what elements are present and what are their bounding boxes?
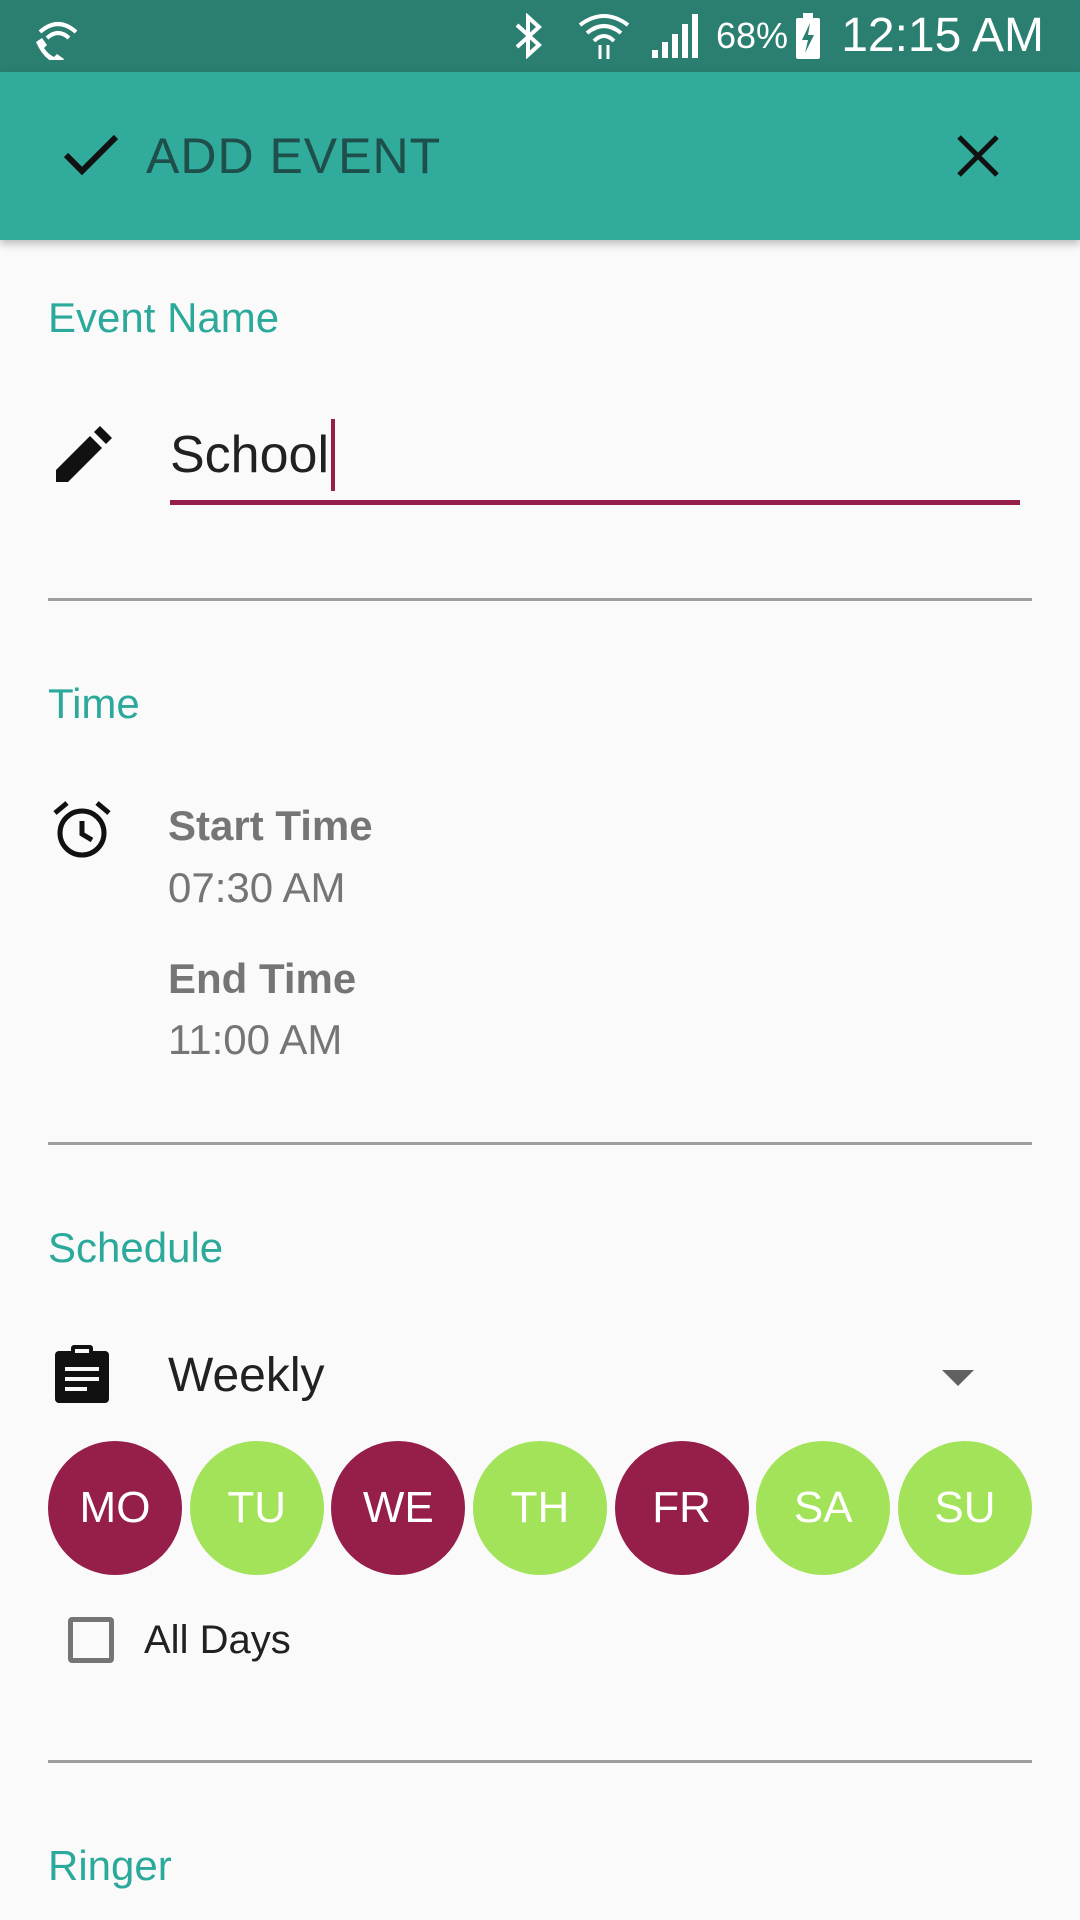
divider [48, 1142, 1032, 1145]
dropdown-arrow-icon [942, 1370, 974, 1386]
repeat-dropdown[interactable]: Weekly [168, 1340, 988, 1410]
day-monday[interactable]: MO [48, 1441, 182, 1575]
day-thursday[interactable]: TH [472, 1441, 607, 1575]
day-tuesday[interactable]: TU [189, 1441, 324, 1575]
checkbox-box[interactable] [68, 1617, 114, 1663]
repeat-selected-value: Weekly [168, 1348, 325, 1402]
start-time-value[interactable]: 07:30 AM [168, 864, 345, 912]
pencil-icon [50, 424, 114, 488]
wifi-icon [574, 12, 634, 60]
day-label: FR [652, 1483, 711, 1532]
event-name-section-label: Event Name [48, 294, 280, 341]
alarm-icon [50, 798, 114, 862]
app-bar: ADD EVENT [0, 72, 1080, 240]
battery-percentage: 68% [716, 15, 789, 56]
divider [48, 1760, 1032, 1763]
day-label: TU [227, 1483, 286, 1532]
day-label: SA [793, 1483, 853, 1532]
check-icon [60, 129, 122, 184]
page-title: ADD EVENT [146, 128, 442, 184]
event-name-input[interactable]: School [170, 410, 1020, 505]
day-label: TH [510, 1483, 570, 1532]
ringer-section-label: Ringer [48, 1842, 172, 1889]
status-bar: 68% 12:15 AM [0, 0, 1080, 72]
day-label: SU [934, 1483, 996, 1532]
weekday-selector: MO TU WE TH FR SA SU [48, 1441, 1032, 1575]
save-button[interactable]: ADD EVENT [60, 122, 441, 190]
clipboard-icon [50, 1342, 114, 1406]
end-time-label: End Time [168, 955, 357, 1002]
status-clock: 12:15 AM [841, 9, 1044, 62]
close-icon [955, 133, 1001, 184]
day-saturday[interactable]: SA [756, 1441, 891, 1575]
end-time-value[interactable]: 11:00 AM [168, 1016, 342, 1064]
day-label: WE [362, 1483, 434, 1532]
wifi-calling-icon [28, 12, 88, 60]
all-days-label: All Days [144, 1617, 291, 1662]
close-button[interactable] [948, 128, 1008, 188]
start-time-label: Start Time [168, 802, 373, 849]
time-section-label: Time [48, 680, 140, 727]
event-name-value: School [170, 426, 329, 484]
all-days-checkbox[interactable]: All Days [68, 1610, 291, 1670]
divider [48, 598, 1032, 601]
bluetooth-icon [506, 12, 550, 60]
day-wednesday[interactable]: WE [331, 1441, 466, 1575]
day-sunday[interactable]: SU [897, 1441, 1032, 1575]
signal-icon [648, 12, 704, 60]
day-label: MO [79, 1483, 151, 1532]
text-cursor [331, 419, 335, 491]
schedule-section-label: Schedule [48, 1224, 224, 1271]
day-friday[interactable]: FR [614, 1441, 749, 1575]
battery-charging-icon [792, 12, 824, 60]
